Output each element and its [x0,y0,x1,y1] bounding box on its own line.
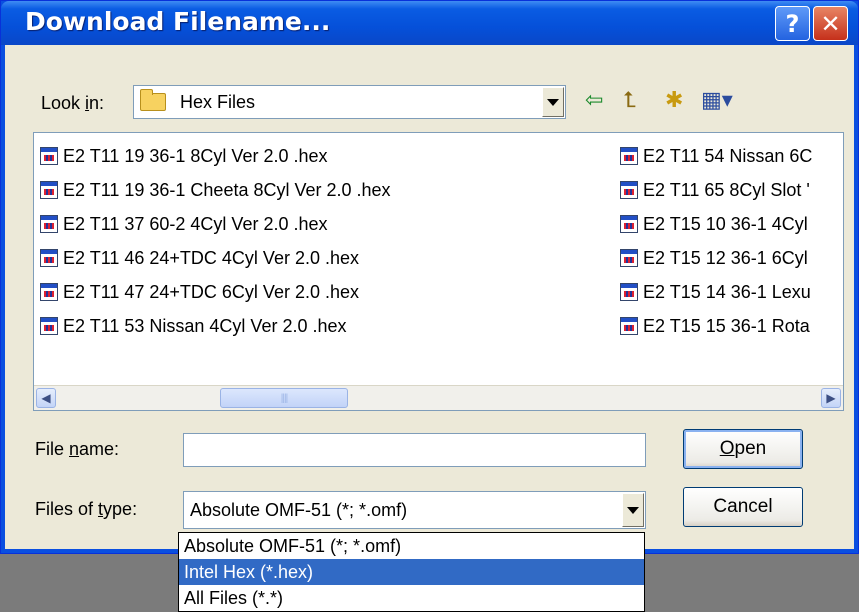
view-menu-icon[interactable]: ▦▾ [701,89,733,111]
file-name: E2 T15 12 36-1 6Cyl [643,247,808,268]
download-filename-dialog: Download Filename... ? ✕ Look in: Hex Fi… [0,0,859,554]
folder-icon [140,89,166,111]
new-folder-icon[interactable]: ✱ [665,89,683,111]
files-of-type-label: Files of type: [35,499,138,519]
dialog-title: Download Filename... [25,7,331,36]
list-item[interactable]: E2 T15 15 36-1 Rota [620,311,810,341]
file-name: E2 T15 14 36-1 Lexu [643,281,811,302]
file-name: E2 T11 47 24+TDC 6Cyl Ver 2.0 .hex [63,281,359,302]
hex-file-icon [620,317,638,335]
hex-file-icon [40,249,58,267]
hex-file-icon [40,215,58,233]
list-item[interactable]: E2 T11 19 36-1 Cheeta 8Cyl Ver 2.0 .hex [40,175,391,205]
hex-file-icon [620,181,638,199]
hex-file-icon [40,317,58,335]
list-item[interactable]: E2 T11 47 24+TDC 6Cyl Ver 2.0 .hex [40,277,359,307]
hex-file-icon [40,283,58,301]
file-name: E2 T15 15 36-1 Rota [643,315,810,336]
list-item[interactable]: E2 T11 37 60-2 4Cyl Ver 2.0 .hex [40,209,328,239]
file-name-label: File name: [35,439,120,459]
hex-file-icon [620,249,638,267]
list-item[interactable]: E2 T11 19 36-1 8Cyl Ver 2.0 .hex [40,141,328,171]
hex-file-icon [40,147,58,165]
arrow-left-icon: ◀ [41,391,51,405]
list-item[interactable]: E2 T11 53 Nissan 4Cyl Ver 2.0 .hex [40,311,347,341]
scroll-thumb[interactable]: |||| [220,388,348,408]
file-name: E2 T11 65 8Cyl Slot ' [643,179,810,200]
list-item[interactable]: E2 T15 14 36-1 Lexu [620,277,811,307]
file-name: E2 T11 46 24+TDC 4Cyl Ver 2.0 .hex [63,247,359,268]
hex-file-icon [620,147,638,165]
list-item[interactable]: E2 T15 10 36-1 4Cyl [620,209,808,239]
file-name: E2 T11 19 36-1 8Cyl Ver 2.0 .hex [63,145,328,166]
up-folder-icon[interactable]: ⮤ [623,89,636,111]
list-item[interactable]: E2 T15 12 36-1 6Cyl [620,243,808,273]
dialog-body: Look in: Hex Files ⇦ ⮤ ✱ ▦▾ E2 T11 19 36… [5,45,854,549]
grip-icon: |||| [280,392,288,404]
help-button[interactable]: ? [775,6,810,41]
chevron-down-icon [627,506,639,514]
chevron-down-icon [547,98,559,106]
file-type-option-selected[interactable]: Intel Hex (*.hex) [179,559,644,585]
file-type-dropdown-list[interactable]: Absolute OMF-51 (*; *.omf) Intel Hex (*.… [178,532,645,612]
file-type-option[interactable]: All Files (*.*) [179,585,644,611]
file-name: E2 T15 10 36-1 4Cyl [643,213,808,234]
hex-file-icon [620,283,638,301]
open-button[interactable]: Open [683,429,803,469]
file-name: E2 T11 53 Nissan 4Cyl Ver 2.0 .hex [63,315,347,336]
list-item[interactable]: E2 T11 46 24+TDC 4Cyl Ver 2.0 .hex [40,243,359,273]
file-list[interactable]: E2 T11 19 36-1 8Cyl Ver 2.0 .hex E2 T11 … [33,132,844,411]
cancel-button[interactable]: Cancel [683,487,803,527]
file-name: E2 T11 19 36-1 Cheeta 8Cyl Ver 2.0 .hex [63,179,391,200]
look-in-combo[interactable]: Hex Files [133,85,566,119]
hex-file-icon [40,181,58,199]
hex-file-icon [620,215,638,233]
look-in-label: Look in: [41,93,105,113]
scroll-right-button[interactable]: ▶ [821,388,841,408]
file-name: E2 T11 37 60-2 4Cyl Ver 2.0 .hex [63,213,328,234]
file-type-option[interactable]: Absolute OMF-51 (*; *.omf) [179,533,644,559]
scroll-left-button[interactable]: ◀ [36,388,56,408]
look-in-dropdown-button[interactable] [542,87,564,117]
file-type-combo[interactable]: Absolute OMF-51 (*; *.omf) [183,491,646,529]
file-type-value: Absolute OMF-51 (*; *.omf) [190,500,408,520]
look-in-value: Hex Files [180,92,256,112]
arrow-right-icon: ▶ [826,391,836,405]
list-item[interactable]: E2 T11 54 Nissan 6C [620,141,812,171]
file-name: E2 T11 54 Nissan 6C [643,145,813,166]
close-icon: ✕ [820,9,841,38]
file-type-dropdown-button[interactable] [622,493,644,527]
list-item[interactable]: E2 T11 65 8Cyl Slot ' [620,175,810,205]
horizontal-scrollbar[interactable]: ◀ |||| ▶ [34,385,843,410]
file-name-input[interactable] [183,433,646,467]
close-button[interactable]: ✕ [813,6,848,41]
title-bar[interactable]: Download Filename... ? ✕ [1,1,858,45]
back-icon[interactable]: ⇦ [585,89,603,111]
